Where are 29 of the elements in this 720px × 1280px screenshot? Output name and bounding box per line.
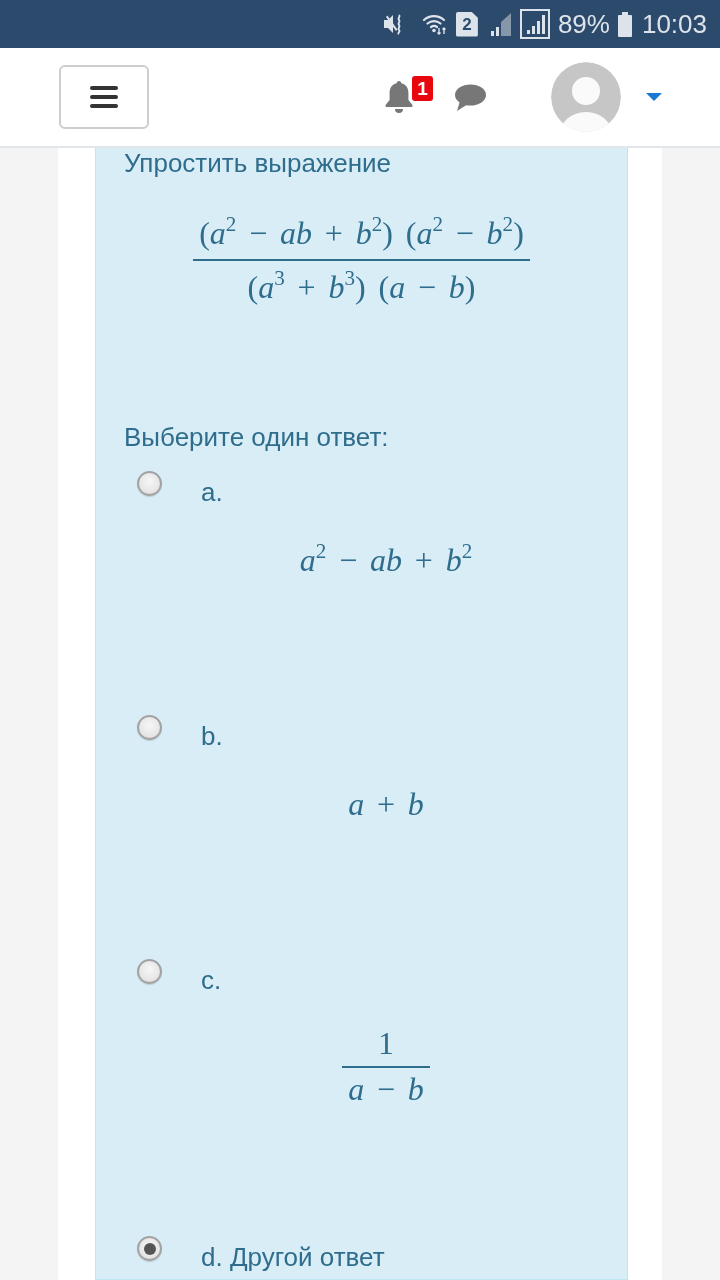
battery-percentage: 89% xyxy=(557,7,610,41)
option-label[interactable]: a. xyxy=(201,478,223,506)
math-expression: a + b xyxy=(348,786,424,822)
signal-icon xyxy=(519,9,550,39)
instruction-text: Выберите один ответ: xyxy=(124,422,390,452)
option-label[interactable]: b. xyxy=(201,722,223,750)
radio-button[interactable] xyxy=(137,959,162,984)
battery-icon xyxy=(617,11,632,37)
wifi-icon xyxy=(421,13,448,35)
math-expression: a$^{2}$ − ab + b$^{2}$ xyxy=(299,542,473,578)
question-text: Упростить выражение xyxy=(124,148,393,178)
option-label[interactable]: d. Другой ответ xyxy=(201,1243,385,1271)
fraction-numerator: 1 xyxy=(378,1025,394,1061)
sim-slot-badge: 2 xyxy=(455,11,478,37)
signal-icon xyxy=(489,12,512,36)
radio-button[interactable] xyxy=(137,1236,162,1261)
fraction-denominator: a − b xyxy=(348,1071,424,1107)
menu-button[interactable] xyxy=(59,65,149,129)
radio-button[interactable] xyxy=(137,715,162,740)
radio-button[interactable] xyxy=(137,471,162,496)
notification-badge: 1 xyxy=(412,76,433,101)
dropdown-caret-icon[interactable] xyxy=(646,93,662,101)
menu-icon xyxy=(90,85,118,109)
fraction-numerator: (a$^{2}$ − ab + b$^{2}$) (a$^{2}$ − b$^{2}$) xyxy=(199,213,524,253)
clock-time: 10:03 xyxy=(641,7,707,41)
bell-icon[interactable] xyxy=(385,81,413,113)
chat-bubble-icon[interactable] xyxy=(454,83,486,111)
fraction-denominator: (a$^{3}$ + b$^{3}$) (a − b) xyxy=(247,267,476,307)
option-label[interactable]: c. xyxy=(201,966,222,994)
